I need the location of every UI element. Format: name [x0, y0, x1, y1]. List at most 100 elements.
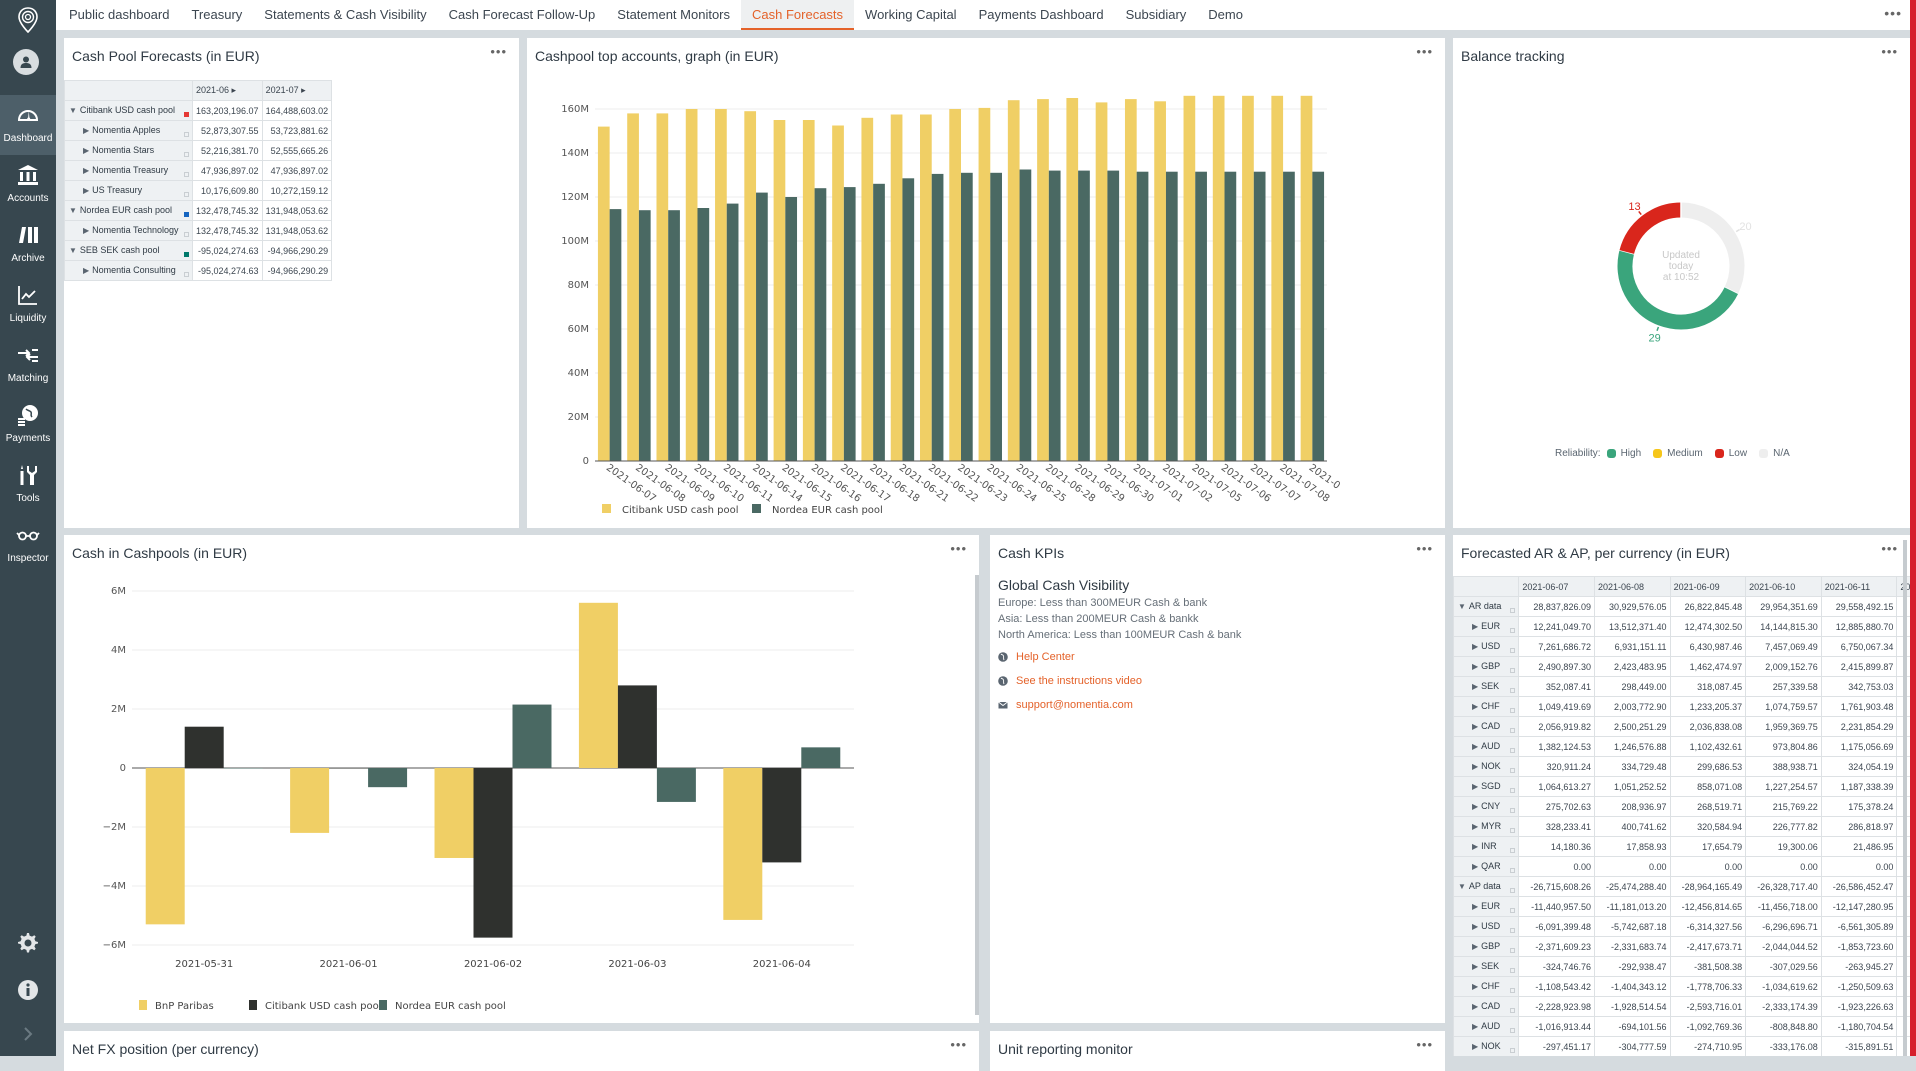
row-header[interactable]: ▶ Nomentia Treasury: [64, 160, 193, 181]
collapse-icon[interactable]: ▼: [69, 106, 77, 115]
expand-icon[interactable]: ▶: [1472, 642, 1478, 651]
column-header[interactable]: 2021-06 ▸: [192, 80, 263, 101]
row-header[interactable]: ▶ SEK: [1453, 676, 1520, 697]
row-color-marker[interactable]: [1510, 607, 1516, 613]
row-header[interactable]: ▶ CHF: [1453, 696, 1520, 717]
expand-icon[interactable]: ▶: [83, 166, 89, 175]
row-color-marker[interactable]: [1510, 887, 1516, 893]
row-color-marker[interactable]: [1510, 807, 1516, 813]
sidebar-item-tools[interactable]: Tools: [0, 455, 56, 515]
column-header[interactable]: 2021-06-11: [1820, 576, 1898, 597]
row-color-marker[interactable]: [1510, 667, 1516, 673]
sidebar-item-payments[interactable]: Payments: [0, 395, 56, 455]
tab-payments-dashboard[interactable]: Payments Dashboard: [968, 0, 1115, 30]
expand-icon[interactable]: ▶: [83, 226, 89, 235]
row-color-marker[interactable]: [1510, 1047, 1516, 1053]
expand-icon[interactable]: ▶: [1472, 1022, 1478, 1031]
sidebar-item-matching[interactable]: Matching: [0, 335, 56, 395]
row-color-marker[interactable]: [1510, 727, 1516, 733]
info-icon[interactable]: [0, 979, 56, 1001]
row-color-marker[interactable]: [1510, 1027, 1516, 1033]
row-color-marker[interactable]: [1510, 747, 1516, 753]
column-header[interactable]: 2021-06-07: [1518, 576, 1595, 597]
support-email-link[interactable]: support@nomentia.com: [998, 699, 1133, 711]
row-color-marker[interactable]: [1510, 907, 1516, 913]
row-header[interactable]: ▶ Nomentia Consulting: [64, 260, 193, 281]
expand-icon[interactable]: ▶: [1472, 682, 1478, 691]
row-header[interactable]: ▶ Nomentia Stars: [64, 140, 193, 161]
collapse-icon[interactable]: ▼: [69, 206, 77, 215]
row-header[interactable]: ▶ NOK: [1453, 756, 1520, 777]
row-color-marker[interactable]: [184, 131, 189, 137]
expand-icon[interactable]: ▶: [83, 186, 89, 195]
row-header[interactable]: ▼ Citibank USD cash pool: [64, 100, 193, 121]
tab-working-capital[interactable]: Working Capital: [854, 0, 968, 30]
row-header[interactable]: ▶ AUD: [1453, 736, 1520, 757]
legend-item-low[interactable]: Low: [1714, 448, 1747, 459]
expand-icon[interactable]: ▶: [1472, 1002, 1478, 1011]
help-center-link[interactable]: Help Center: [998, 651, 1075, 663]
expand-icon[interactable]: ▶: [1472, 702, 1478, 711]
row-header[interactable]: ▼ SEB SEK cash pool: [64, 240, 193, 261]
expand-icon[interactable]: ▶: [1472, 982, 1478, 991]
row-color-marker[interactable]: [184, 251, 189, 257]
row-header[interactable]: ▼ AR data: [1453, 596, 1520, 617]
expand-icon[interactable]: ▶: [1472, 622, 1478, 631]
row-color-marker[interactable]: [184, 231, 189, 237]
panel-scrollbar[interactable]: [975, 575, 979, 1015]
expand-icon[interactable]: ▶: [83, 126, 89, 135]
legend-item-medium[interactable]: Medium: [1653, 448, 1703, 459]
row-header[interactable]: ▶ CAD: [1453, 716, 1520, 737]
tab-demo[interactable]: Demo: [1197, 0, 1254, 30]
tab-treasury[interactable]: Treasury: [180, 0, 253, 30]
expand-icon[interactable]: ▶: [1472, 762, 1478, 771]
panel-more-button[interactable]: •••: [1881, 44, 1898, 59]
row-header[interactable]: ▶ EUR: [1453, 896, 1520, 917]
instructions-video-link[interactable]: See the instructions video: [998, 675, 1142, 687]
row-color-marker[interactable]: [1510, 987, 1516, 993]
expand-icon[interactable]: ▶: [1472, 942, 1478, 951]
row-header[interactable]: ▶ CHF: [1453, 976, 1520, 997]
sidebar-item-dashboard[interactable]: Dashboard: [0, 95, 56, 155]
row-color-marker[interactable]: [184, 171, 189, 177]
legend-item-high[interactable]: High: [1606, 448, 1641, 459]
sidebar-item-liquidity[interactable]: Liquidity: [0, 275, 56, 335]
sidebar-item-inspector[interactable]: Inspector: [0, 515, 56, 575]
expand-icon[interactable]: ▶: [1472, 802, 1478, 811]
row-header[interactable]: ▶ USD: [1453, 916, 1520, 937]
column-header[interactable]: 2021-06-08: [1593, 576, 1671, 597]
row-header[interactable]: ▶ GBP: [1453, 936, 1520, 957]
expand-icon[interactable]: ▶: [1472, 782, 1478, 791]
row-header[interactable]: ▶ EUR: [1453, 616, 1520, 637]
panel-more-button[interactable]: •••: [1416, 541, 1433, 556]
collapse-icon[interactable]: ▼: [1458, 882, 1466, 891]
expand-icon[interactable]: ▶: [1472, 1042, 1478, 1051]
row-color-marker[interactable]: [184, 111, 189, 117]
row-color-marker[interactable]: [1510, 867, 1516, 873]
row-color-marker[interactable]: [184, 211, 189, 217]
row-header[interactable]: ▶ SGD: [1453, 776, 1520, 797]
row-header[interactable]: ▼ AP data: [1453, 876, 1520, 897]
panel-more-button[interactable]: •••: [950, 1037, 967, 1052]
expand-icon[interactable]: ▶: [1472, 662, 1478, 671]
panel-more-button[interactable]: •••: [1881, 541, 1898, 556]
column-header[interactable]: 2021-06-09: [1669, 576, 1747, 597]
row-color-marker[interactable]: [1510, 847, 1516, 853]
collapse-icon[interactable]: ▼: [1458, 602, 1466, 611]
row-header[interactable]: ▼ Nordea EUR cash pool: [64, 200, 193, 221]
gear-icon[interactable]: [0, 932, 56, 954]
row-color-marker[interactable]: [184, 191, 189, 197]
expand-icon[interactable]: ▶: [1472, 842, 1478, 851]
row-header[interactable]: ▶ AUD: [1453, 1016, 1520, 1037]
row-color-marker[interactable]: [1510, 627, 1516, 633]
expand-icon[interactable]: ▶: [1472, 742, 1478, 751]
row-color-marker[interactable]: [184, 151, 189, 157]
chevron-right-icon[interactable]: [0, 1026, 56, 1042]
expand-icon[interactable]: ▶: [83, 266, 89, 275]
collapse-icon[interactable]: ▼: [69, 246, 77, 255]
row-header[interactable]: ▶ QAR: [1453, 856, 1520, 877]
expand-icon[interactable]: ▶: [1472, 902, 1478, 911]
tab-statements-cash-visibility[interactable]: Statements & Cash Visibility: [253, 0, 437, 30]
expand-icon[interactable]: ▶: [1472, 922, 1478, 931]
expand-icon[interactable]: ▶: [1472, 822, 1478, 831]
